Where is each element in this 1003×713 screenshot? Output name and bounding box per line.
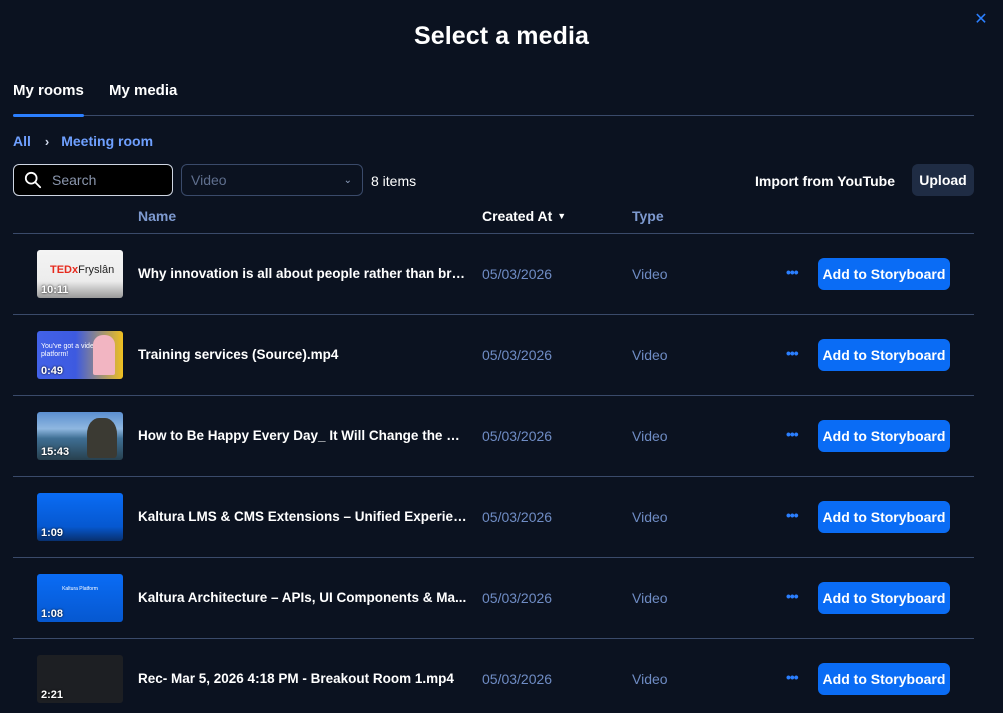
search-box[interactable] [13,164,173,196]
created-date: 05/03/2026 [482,509,553,525]
search-icon [24,171,42,189]
modal-title: Select a media [413,22,590,50]
more-options-icon[interactable]: ••• [786,426,799,442]
media-name: Why innovation is all about people rathe… [138,266,468,281]
created-date: 05/03/2026 [482,266,553,282]
duration-badge: 10:11 [41,284,69,296]
tab-my-media[interactable]: My media [109,82,177,116]
presenter-image [93,335,115,375]
duration-badge: 0:49 [41,365,64,377]
sort-down-icon: ▼ [557,211,567,221]
duration-badge: 1:08 [41,608,64,620]
more-options-icon[interactable]: ••• [786,264,799,280]
tabs: My rooms My media [13,82,974,117]
header-created-at-label: Created At [482,208,553,224]
table-row[interactable]: TEDxFryslân 10:11 Why innovation is all … [13,234,974,315]
media-name: How to Be Happy Every Day_ It Will Chang… [138,428,468,443]
table-row[interactable]: 15:43 How to Be Happy Every Day_ It Will… [13,396,974,477]
more-options-icon[interactable]: ••• [786,345,799,361]
duration-badge: 15:43 [41,446,70,458]
add-to-storyboard-button[interactable]: Add to Storyboard [818,663,950,695]
select-media-modal: Select a media ✕ My rooms My media All ›… [0,0,1003,713]
import-youtube-button[interactable]: Import from YouTube [755,173,895,189]
add-to-storyboard-button[interactable]: Add to Storyboard [818,501,950,533]
breadcrumb-current[interactable]: Meeting room [61,133,153,149]
thumbnail[interactable]: Kaltura Platform 1:08 [37,574,123,622]
media-name: Rec- Mar 5, 2026 4:18 PM - Breakout Room… [138,671,454,686]
breadcrumb: All › Meeting room [13,133,153,149]
header-type[interactable]: Type [632,208,664,224]
media-list: TEDxFryslân 10:11 Why innovation is all … [13,234,974,713]
add-to-storyboard-button[interactable]: Add to Storyboard [818,582,950,614]
created-date: 05/03/2026 [482,671,553,687]
add-to-storyboard-button[interactable]: Add to Storyboard [818,339,950,371]
created-date: 05/03/2026 [482,428,553,444]
upload-button[interactable]: Upload [912,164,974,196]
media-type: Video [632,266,668,282]
media-name: Training services (Source).mp4 [138,347,339,362]
media-type: Video [632,509,668,525]
more-options-icon[interactable]: ••• [786,588,799,604]
thumbnail-text: Kaltura Platform [62,586,98,592]
more-options-icon[interactable]: ••• [786,507,799,523]
type-filter-value: Video [191,172,227,188]
created-date: 05/03/2026 [482,590,553,606]
media-type: Video [632,347,668,363]
breadcrumb-root[interactable]: All [13,133,31,149]
landscape-image [87,418,117,458]
table-row[interactable]: You've got a video platform! 0:49 Traini… [13,315,974,396]
chevron-down-icon: ⌄ [343,174,352,186]
thumbnail[interactable]: 2:21 [37,655,123,703]
media-type: Video [632,671,668,687]
media-type: Video [632,590,668,606]
table-row[interactable]: Kaltura Platform 1:08 Kaltura Architectu… [13,558,974,639]
media-type: Video [632,428,668,444]
media-name: Kaltura Architecture – APIs, UI Componen… [138,590,467,605]
duration-badge: 2:21 [41,689,64,701]
search-input[interactable] [52,172,162,188]
thumbnail-text: TEDxFryslân [50,264,115,276]
add-to-storyboard-button[interactable]: Add to Storyboard [818,258,950,290]
header-created-at[interactable]: Created At ▼ [482,208,566,224]
more-options-icon[interactable]: ••• [786,669,799,685]
header-name[interactable]: Name [138,208,176,224]
created-date: 05/03/2026 [482,347,553,363]
table-row[interactable]: 1:09 Kaltura LMS & CMS Extensions – Unif… [13,477,974,558]
tab-my-rooms[interactable]: My rooms [13,82,84,117]
table-header: Name Created At ▼ Type [13,200,974,234]
table-row[interactable]: 2:21 Rec- Mar 5, 2026 4:18 PM - Breakout… [13,639,974,713]
thumbnail[interactable]: 15:43 [37,412,123,460]
items-count: 8 items [371,173,417,189]
duration-badge: 1:09 [41,527,64,539]
thumbnail[interactable]: You've got a video platform! 0:49 [37,331,123,379]
thumbnail[interactable]: TEDxFryslân 10:11 [37,250,123,298]
add-to-storyboard-button[interactable]: Add to Storyboard [818,420,950,452]
type-filter-select[interactable]: Video ⌄ [181,164,363,196]
media-name: Kaltura LMS & CMS Extensions – Unified E… [138,509,468,524]
chevron-right-icon: › [44,133,50,149]
close-icon[interactable]: ✕ [973,12,989,28]
thumbnail[interactable]: 1:09 [37,493,123,541]
